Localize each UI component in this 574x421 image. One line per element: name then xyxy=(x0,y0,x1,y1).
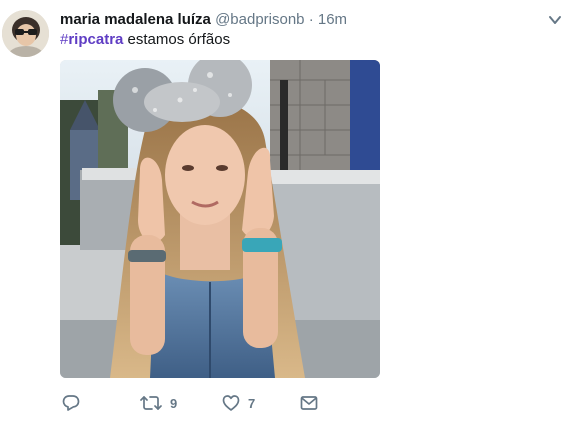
retweet-button[interactable]: 9 xyxy=(140,393,177,413)
tweet-actions: 9 7 xyxy=(60,393,360,415)
like-button[interactable]: 7 xyxy=(222,393,255,413)
retweet-count: 9 xyxy=(170,395,178,411)
retweet-icon xyxy=(140,396,162,410)
tweet-photo[interactable] xyxy=(60,60,380,378)
tweet-card[interactable]: maria madalena luíza @badprisonb · 16m #… xyxy=(0,0,574,421)
chevron-down-icon[interactable] xyxy=(547,12,563,28)
photo-image xyxy=(60,60,380,378)
reply-icon xyxy=(62,395,80,411)
envelope-icon xyxy=(300,396,318,410)
hashtag-word: ripcatra xyxy=(68,31,124,48)
heart-icon xyxy=(222,395,240,411)
hashtag-link[interactable]: #ripcatra xyxy=(60,31,123,48)
message-button[interactable] xyxy=(300,393,318,413)
avatar[interactable] xyxy=(2,10,49,57)
tweet-text: #ripcatra estamos órfãos xyxy=(60,30,230,49)
tweet-body: estamos órfãos xyxy=(123,31,231,48)
timestamp[interactable]: 16m xyxy=(318,11,347,28)
like-count: 7 xyxy=(248,395,256,411)
avatar-image xyxy=(2,10,49,57)
user-handle[interactable]: @badprisonb xyxy=(215,11,304,28)
display-name[interactable]: maria madalena luíza xyxy=(60,11,211,28)
reply-button[interactable] xyxy=(62,393,80,413)
tweet-header: maria madalena luíza @badprisonb · 16m xyxy=(60,10,347,29)
separator-dot: · xyxy=(308,11,314,28)
